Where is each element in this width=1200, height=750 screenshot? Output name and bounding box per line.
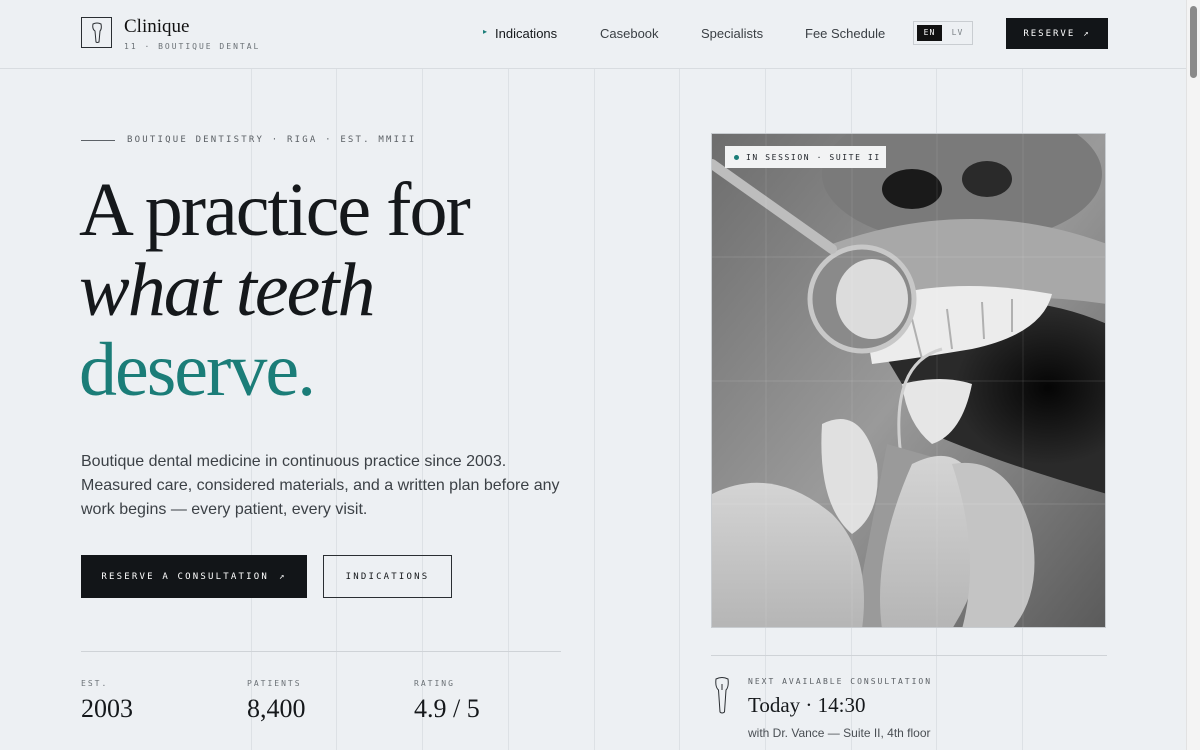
language-switcher: EN LV: [913, 21, 973, 45]
eyebrow-rule: [81, 140, 115, 141]
page-scrollbar[interactable]: [1186, 0, 1200, 750]
hero-eyebrow: BOUTIQUE DENTISTRY · RIGA · EST. MMIII: [127, 135, 417, 145]
stats-divider: [81, 651, 561, 652]
reserve-consultation-label: RESERVE A CONSULTATION: [101, 571, 269, 582]
nav-indications[interactable]: Indications: [495, 26, 557, 41]
nav-specialists[interactable]: Specialists: [701, 26, 763, 41]
dot-icon: [734, 154, 739, 160]
headline-line-1: A practice for: [79, 168, 471, 252]
nav-fee-schedule[interactable]: Fee Schedule: [805, 26, 885, 41]
tooth-icon: [715, 677, 729, 714]
stat-patients-value: 8,400: [247, 694, 306, 723]
in-session-badge: IN SESSION · SUITE II: [725, 146, 886, 168]
active-nav-indicator-icon: ▸: [483, 27, 488, 36]
arrow-up-right-icon: ↗: [1083, 28, 1091, 39]
next-consultation-detail: with Dr. Vance — Suite II, 4th floor: [748, 726, 931, 740]
hero-lede: Boutique dental medicine in continuous p…: [81, 453, 560, 518]
reserve-consultation-button[interactable]: RESERVE A CONSULTATION ↗: [81, 555, 307, 598]
stat-patients-label: PATIENTS: [247, 679, 302, 688]
reserve-button[interactable]: RESERVE ↗: [1006, 18, 1108, 49]
tooth-icon: [91, 22, 102, 43]
brand-subtitle: 11 · BOUTIQUE DENTAL: [124, 42, 261, 51]
stat-rating-value: 4.9 / 5: [414, 694, 480, 723]
scrollbar-thumb[interactable]: [1190, 6, 1197, 78]
hero-photo: [711, 133, 1106, 628]
lang-option-lv[interactable]: LV: [945, 25, 970, 41]
stat-est-label: EST.: [81, 679, 109, 688]
brand-name[interactable]: Clinique: [124, 16, 189, 38]
lang-option-en[interactable]: EN: [917, 25, 942, 41]
dental-procedure-image: [712, 134, 1105, 627]
reserve-button-label: RESERVE: [1023, 28, 1076, 39]
stat-rating-label: RATING: [414, 679, 455, 688]
in-session-badge-label: IN SESSION · SUITE II: [746, 152, 881, 162]
nav-casebook[interactable]: Casebook: [600, 26, 659, 41]
arrow-up-right-icon: ↗: [278, 571, 287, 582]
stat-est-value: 2003: [81, 694, 133, 723]
next-consultation-time[interactable]: Today · 14:30: [748, 693, 866, 718]
logo[interactable]: [81, 17, 112, 48]
next-consultation-divider: [711, 655, 1107, 656]
next-consultation-label: NEXT AVAILABLE CONSULTATION: [748, 677, 933, 686]
indications-button[interactable]: INDICATIONS: [323, 555, 452, 598]
headline-line-2: what teeth: [79, 248, 376, 332]
site-header: Clinique 11 · BOUTIQUE DENTAL ▸ Indicati…: [0, 0, 1186, 69]
headline-line-3: deserve.: [79, 328, 316, 412]
